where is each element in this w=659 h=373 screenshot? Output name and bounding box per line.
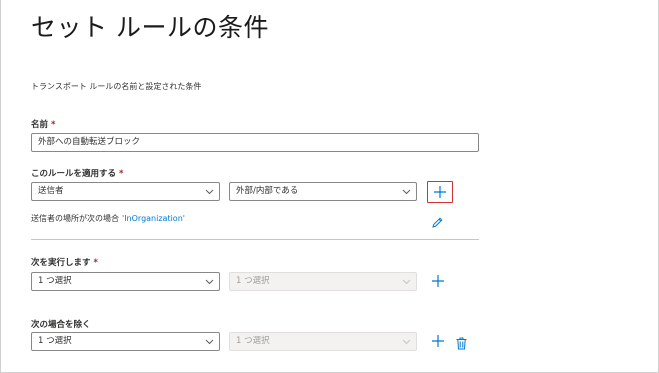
action-dropdown-value: 1 つ選択 — [38, 276, 72, 286]
condition-description-text: 送信者の場所が次の場合 — [31, 214, 119, 223]
action-label: 次を実行します * — [31, 256, 98, 268]
exception-label: 次の場合を除く — [31, 320, 91, 330]
chevron-down-icon — [205, 187, 214, 196]
page-subtitle: トランスポート ルールの名前と設定された条件 — [31, 82, 202, 91]
apply-rule-label-text: このルールを適用する — [31, 169, 117, 179]
chevron-down-icon — [205, 337, 214, 346]
condition-value-dropdown-value: 外部/内部である — [236, 186, 299, 196]
required-mark: * — [119, 169, 124, 179]
add-action-button[interactable] — [431, 274, 445, 288]
condition-value-dropdown[interactable]: 外部/内部である — [229, 182, 417, 201]
chevron-down-icon — [205, 277, 214, 286]
plus-icon — [433, 185, 447, 199]
action-value-dropdown-value: 1 つ選択 — [236, 276, 270, 286]
name-label-text: 名前 — [31, 120, 49, 130]
required-mark: * — [51, 120, 56, 130]
required-mark: * — [93, 258, 98, 268]
pencil-icon[interactable] — [431, 214, 444, 228]
condition-description: 送信者の場所が次の場合 'InOrganization' — [31, 213, 185, 224]
chevron-down-icon — [402, 337, 411, 346]
exception-value-dropdown-value: 1 つ選択 — [236, 336, 270, 346]
action-label-text: 次を実行します — [31, 258, 91, 268]
condition-dropdown[interactable]: 送信者 — [31, 182, 220, 201]
apply-rule-label: このルールを適用する * — [31, 167, 123, 179]
trash-icon[interactable] — [456, 335, 467, 350]
plus-icon — [432, 335, 444, 347]
section-divider — [31, 239, 479, 240]
name-label: 名前 * — [31, 118, 55, 130]
page-title: セット ルールの条件 — [31, 13, 269, 42]
condition-dropdown-value: 送信者 — [38, 186, 64, 196]
exception-dropdown[interactable]: 1 つ選択 — [31, 332, 220, 351]
condition-description-value-link[interactable]: 'InOrganization' — [122, 214, 185, 223]
chevron-down-icon — [402, 277, 411, 286]
chevron-down-icon — [402, 187, 411, 196]
name-input[interactable]: 外部への自動転送ブロック — [31, 133, 479, 152]
exception-value-dropdown: 1 つ選択 — [229, 332, 417, 351]
action-value-dropdown: 1 つ選択 — [229, 272, 417, 291]
add-exception-button[interactable] — [431, 334, 445, 348]
add-condition-button[interactable] — [427, 181, 453, 203]
plus-icon — [432, 275, 444, 287]
exception-dropdown-value: 1 つ選択 — [38, 336, 72, 346]
action-dropdown[interactable]: 1 つ選択 — [31, 272, 220, 291]
